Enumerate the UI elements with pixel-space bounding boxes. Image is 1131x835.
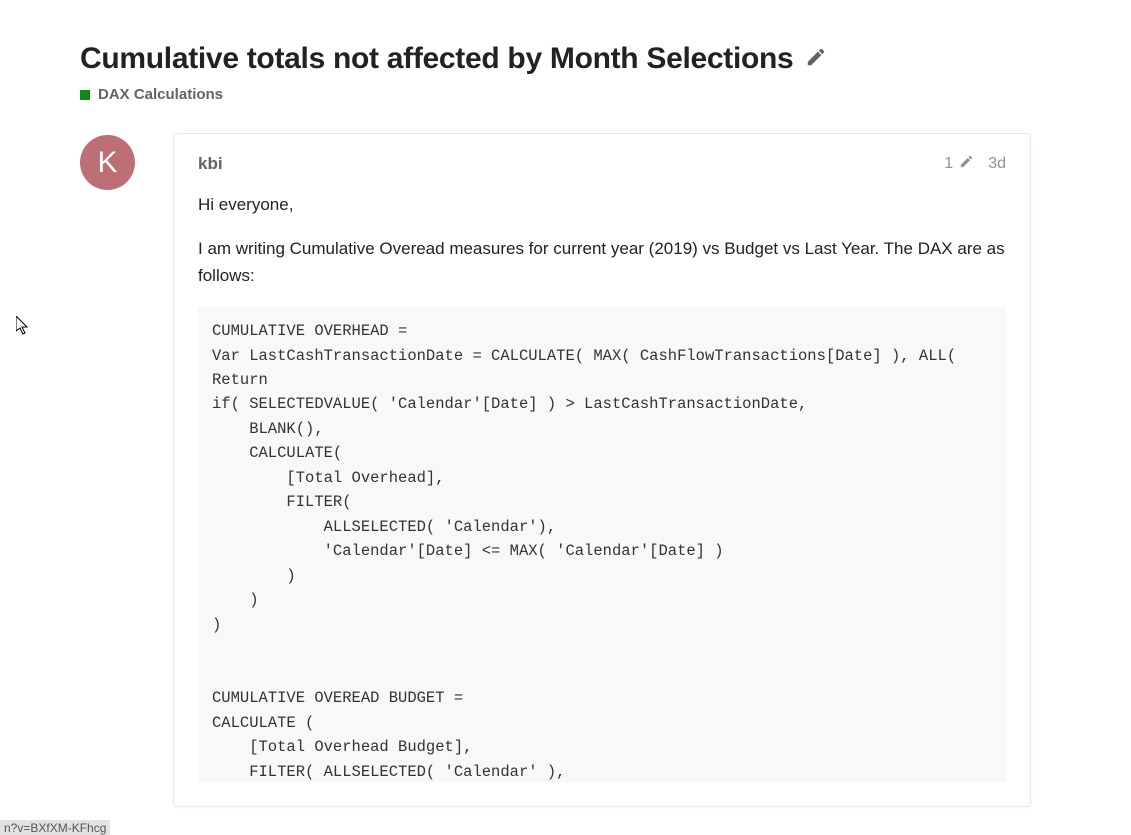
code-block[interactable]: CUMULATIVE OVERHEAD = Var LastCashTransa… <box>198 307 1006 782</box>
category-link[interactable]: DAX Calculations <box>80 86 1031 103</box>
category-name: DAX Calculations <box>98 86 223 103</box>
post-greeting: Hi everyone, <box>198 192 1006 218</box>
edit-count[interactable]: 1 <box>944 155 953 173</box>
topic-title: Cumulative totals not affected by Month … <box>80 42 793 76</box>
post-card: kbi 1 3d Hi everyone, I am writing Cumul… <box>173 133 1031 807</box>
post-timestamp[interactable]: 3d <box>988 155 1006 173</box>
post-username[interactable]: kbi <box>198 154 223 174</box>
category-color-badge <box>80 90 90 100</box>
avatar[interactable]: K <box>80 135 135 190</box>
edit-history-icon[interactable] <box>959 154 974 174</box>
post-intro: I am writing Cumulative Overead measures… <box>198 236 1006 289</box>
edit-title-icon[interactable] <box>805 46 827 73</box>
url-preview: n?v=BXfXM-KFhcg <box>0 820 110 835</box>
